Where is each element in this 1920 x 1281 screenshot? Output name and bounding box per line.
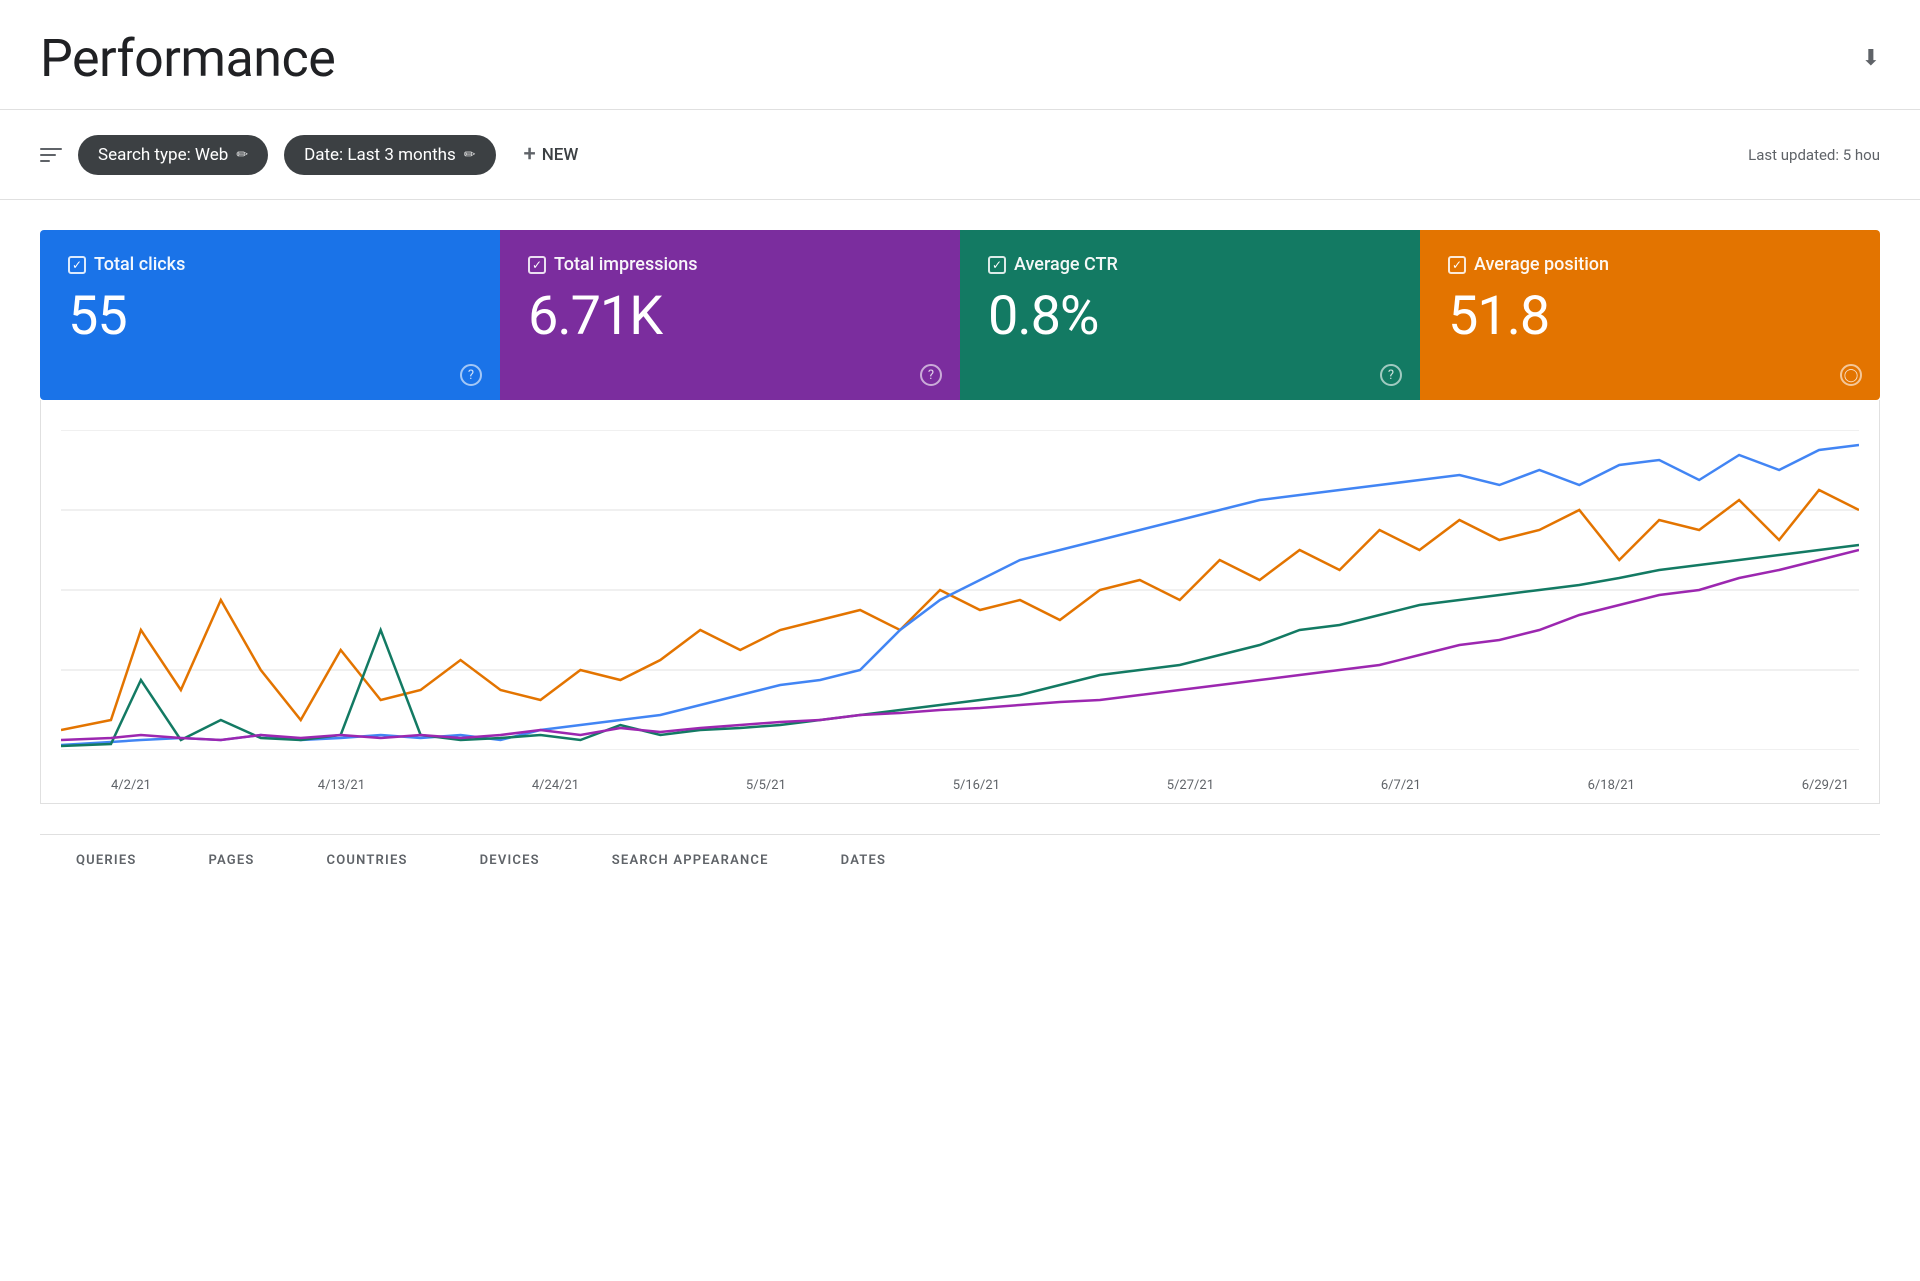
download-icon[interactable]: ⬇	[1862, 46, 1880, 71]
chart-svg	[61, 430, 1859, 770]
x-label-8: 6/29/21	[1802, 778, 1849, 793]
metric-value-clicks: 55	[68, 287, 472, 346]
search-type-label: Search type: Web	[98, 145, 228, 165]
metric-value-position: 51.8	[1448, 287, 1852, 346]
last-updated: Last updated: 5 hou	[1748, 146, 1880, 164]
metric-checkbox-position	[1448, 256, 1466, 274]
metric-label-row-impressions: Total impressions	[528, 254, 932, 275]
tab-countries[interactable]: COUNTRIES	[291, 835, 444, 889]
chart-container: 4/2/21 4/13/21 4/24/21 5/5/21 5/16/21 5/…	[40, 400, 1880, 804]
metric-card-position[interactable]: Average position 51.8 ◯	[1420, 230, 1880, 400]
metric-help-impressions[interactable]: ?	[920, 364, 942, 386]
page-title: Performance	[40, 28, 335, 89]
date-filter-button[interactable]: Date: Last 3 months ✏	[284, 135, 495, 175]
metric-label-impressions: Total impressions	[554, 254, 698, 275]
page-header: Performance ⬇	[0, 0, 1920, 110]
tab-search-appearance[interactable]: SEARCH APPEARANCE	[576, 835, 805, 889]
toolbar: Search type: Web ✏ Date: Last 3 months ✏…	[0, 110, 1920, 200]
metric-label-position: Average position	[1474, 254, 1609, 275]
metric-value-ctr: 0.8%	[988, 287, 1392, 346]
metric-label-row-clicks: Total clicks	[68, 254, 472, 275]
x-label-6: 6/7/21	[1381, 778, 1421, 793]
x-axis-labels: 4/2/21 4/13/21 4/24/21 5/5/21 5/16/21 5/…	[61, 770, 1859, 793]
x-label-0: 4/2/21	[111, 778, 151, 793]
metric-help-ctr[interactable]: ?	[1380, 364, 1402, 386]
tab-devices[interactable]: DEVICES	[444, 835, 576, 889]
date-label: Date: Last 3 months	[304, 145, 456, 165]
new-label: NEW	[542, 145, 579, 165]
metric-label-ctr: Average CTR	[1014, 254, 1118, 275]
metric-card-clicks[interactable]: Total clicks 55 ?	[40, 230, 500, 400]
filter-lines-icon	[40, 148, 62, 162]
new-filter-button[interactable]: + NEW	[512, 132, 591, 177]
bottom-tabs: QUERIES PAGES COUNTRIES DEVICES SEARCH A…	[40, 834, 1880, 889]
tab-dates[interactable]: DATES	[805, 835, 922, 889]
x-label-1: 4/13/21	[318, 778, 365, 793]
metric-label-row-position: Average position	[1448, 254, 1852, 275]
x-label-4: 5/16/21	[953, 778, 1000, 793]
plus-icon: +	[524, 142, 536, 167]
x-label-2: 4/24/21	[532, 778, 579, 793]
metric-label-row-ctr: Average CTR	[988, 254, 1392, 275]
metric-checkbox-impressions	[528, 256, 546, 274]
metric-label-clicks: Total clicks	[94, 254, 185, 275]
metric-value-impressions: 6.71K	[528, 287, 932, 346]
metric-checkbox-ctr	[988, 256, 1006, 274]
search-type-button[interactable]: Search type: Web ✏	[78, 135, 268, 175]
page-wrapper: Performance ⬇ Search type: Web ✏ Date: L…	[0, 0, 1920, 1281]
metric-checkbox-clicks	[68, 256, 86, 274]
tab-pages[interactable]: PAGES	[173, 835, 291, 889]
metric-help-position[interactable]: ◯	[1840, 364, 1862, 386]
edit-icon: ✏	[236, 147, 248, 163]
metric-card-ctr[interactable]: Average CTR 0.8% ?	[960, 230, 1420, 400]
filter-button[interactable]	[40, 148, 62, 162]
metric-card-impressions[interactable]: Total impressions 6.71K ?	[500, 230, 960, 400]
edit-icon-date: ✏	[464, 147, 476, 163]
tab-queries[interactable]: QUERIES	[40, 835, 173, 889]
metrics-row: Total clicks 55 ? Total impressions 6.71…	[40, 230, 1880, 400]
x-label-3: 5/5/21	[746, 778, 786, 793]
x-label-7: 6/18/21	[1588, 778, 1635, 793]
metric-help-clicks[interactable]: ?	[460, 364, 482, 386]
x-label-5: 5/27/21	[1167, 778, 1214, 793]
